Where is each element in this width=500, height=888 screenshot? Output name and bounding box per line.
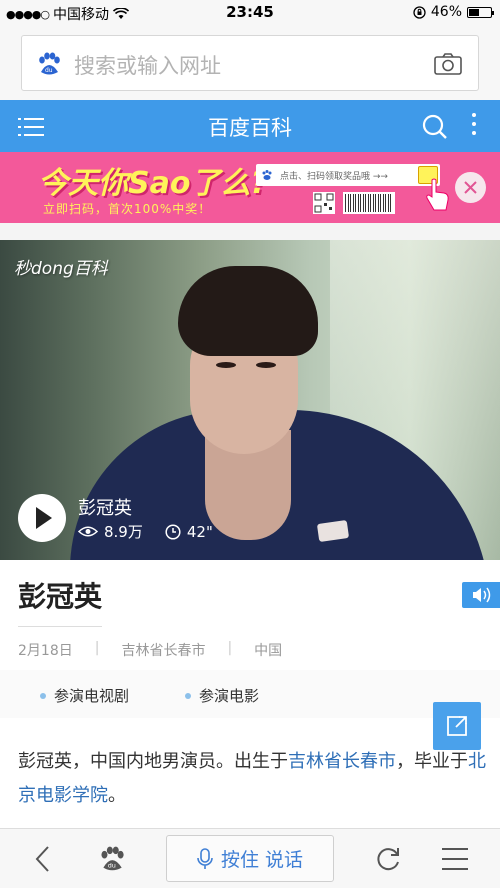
barcode-icon: [343, 192, 395, 214]
eye-icon: [78, 526, 98, 537]
camera-icon[interactable]: [434, 53, 462, 75]
share-icon: [447, 716, 467, 736]
close-icon: [464, 181, 477, 194]
browser-search-box[interactable]: du 搜索或输入网址: [21, 35, 479, 91]
status-right: 46%: [413, 4, 494, 20]
ad-title: 今天你Sao了么?: [38, 166, 268, 201]
microphone-icon: [197, 847, 213, 869]
baidu-home-icon[interactable]: du: [98, 845, 126, 873]
ad-input-text: 点击、扫码领取奖品哦 →→: [280, 172, 388, 182]
clock-icon: [165, 523, 181, 540]
more-options-icon[interactable]: [472, 113, 476, 140]
back-icon[interactable]: [34, 845, 52, 873]
menu-icon[interactable]: [442, 848, 468, 878]
paw-logo-text: du: [45, 67, 53, 74]
search-placeholder[interactable]: 搜索或输入网址: [74, 50, 221, 80]
entry-content: 彭冠英 2月18日 | 吉林省长春市 | 中国 参演电视剧 参演电影 彭冠英，中…: [0, 560, 500, 828]
birth-place: 吉林省长春市: [121, 643, 206, 659]
summary-text: ，毕业于: [396, 751, 468, 772]
play-button[interactable]: [18, 494, 66, 542]
battery-percent: 46%: [430, 4, 462, 20]
ad-banner[interactable]: 今天你Sao了么? 立即扫码，首次100%中奖！ 点击、扫码领取奖品哦 →→: [0, 152, 500, 223]
entry-meta: 2月18日 | 吉林省长春市 | 中国: [18, 640, 282, 660]
video-title: 彭冠英: [78, 498, 132, 519]
video-meta: 8.9万 42": [78, 521, 213, 542]
ad-codes: [313, 192, 395, 216]
hand-pointer-icon: [426, 178, 449, 211]
tab-tv-series[interactable]: 参演电视剧: [40, 685, 129, 706]
speaker-button[interactable]: [462, 582, 500, 608]
meta-separator: |: [94, 640, 100, 656]
home-logo-text: du: [108, 862, 116, 870]
tab-label: 参演电视剧: [54, 687, 130, 705]
browser-toolbar: du 搜索或输入网址: [0, 26, 500, 100]
nationality: 中国: [254, 643, 283, 659]
hero-photo-head: [178, 266, 318, 466]
birth-date: 2月18日: [18, 643, 73, 659]
baike-nav-bar: 百度百科: [0, 100, 500, 152]
view-count: 8.9万: [104, 523, 143, 541]
battery-icon: [467, 6, 494, 18]
video-watermark: 秒dong百科: [14, 259, 108, 279]
ad-input-graphic: 点击、扫码领取奖品哦 →→: [256, 164, 440, 186]
entry-title: 彭冠英: [18, 580, 103, 613]
bottom-toolbar: du 按住 说话: [0, 828, 500, 888]
video-duration: 42": [186, 522, 213, 541]
speaker-icon: [473, 587, 491, 603]
bullet-icon: [40, 692, 46, 699]
ad-paw-icon: [262, 170, 272, 180]
tab-label: 参演电影: [199, 687, 260, 705]
title-divider: [18, 626, 102, 627]
video-hero[interactable]: 秒dong百科 彭冠英 8.9万 42": [0, 240, 500, 560]
ad-subtitle: 立即扫码，首次100%中奖！: [43, 202, 212, 216]
refresh-icon[interactable]: [374, 845, 402, 873]
summary-text: 彭冠英，中国内地男演员。出生于: [18, 751, 288, 772]
status-bar: ●●●●○ 中国移动 23:45 46%: [0, 0, 500, 26]
share-button[interactable]: [433, 702, 481, 750]
rotation-lock-icon: [413, 5, 426, 19]
bullet-icon: [185, 692, 191, 699]
search-icon[interactable]: [422, 114, 448, 140]
baidu-paw-icon[interactable]: du: [36, 51, 62, 77]
voice-label: 按住 说话: [220, 849, 304, 871]
birthplace-link[interactable]: 吉林省长春市: [288, 751, 396, 772]
ad-close-button[interactable]: [455, 172, 486, 203]
summary-text: 。: [108, 785, 126, 806]
meta-separator: |: [227, 640, 233, 656]
entry-tabs: 参演电视剧 参演电影: [0, 670, 500, 718]
voice-input-button[interactable]: 按住 说话: [166, 835, 334, 882]
qr-code-icon: [313, 192, 335, 214]
entry-summary: 彭冠英，中国内地男演员。出生于吉林省长春市，毕业于北京电影学院。: [18, 745, 490, 813]
tab-movies[interactable]: 参演电影: [185, 685, 259, 706]
